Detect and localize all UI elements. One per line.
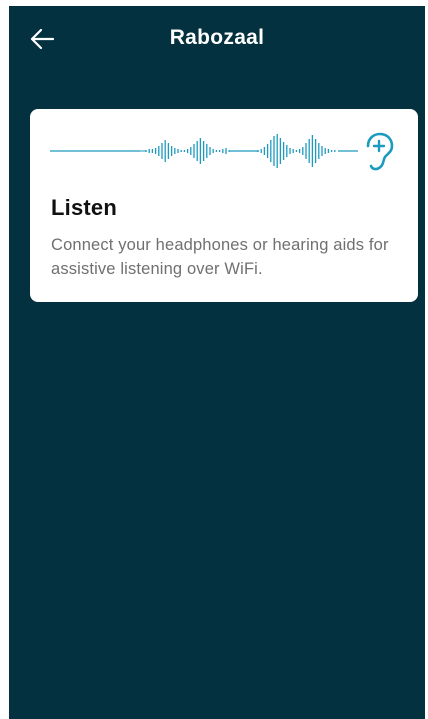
header-bar: Rabozaal <box>9 6 425 74</box>
listen-description: Connect your headphones or hearing aids … <box>51 236 389 278</box>
audio-waveform-icon <box>50 134 358 168</box>
page-title: Rabozaal <box>169 26 265 49</box>
listen-card[interactable]: Listen Connect your headphones or hearin… <box>30 109 418 302</box>
listen-title: Listen <box>51 195 117 220</box>
app-screen: Rabozaal Listen Connect your headphones … <box>9 6 425 719</box>
hearing-assist-ear-icon[interactable] <box>360 132 396 172</box>
